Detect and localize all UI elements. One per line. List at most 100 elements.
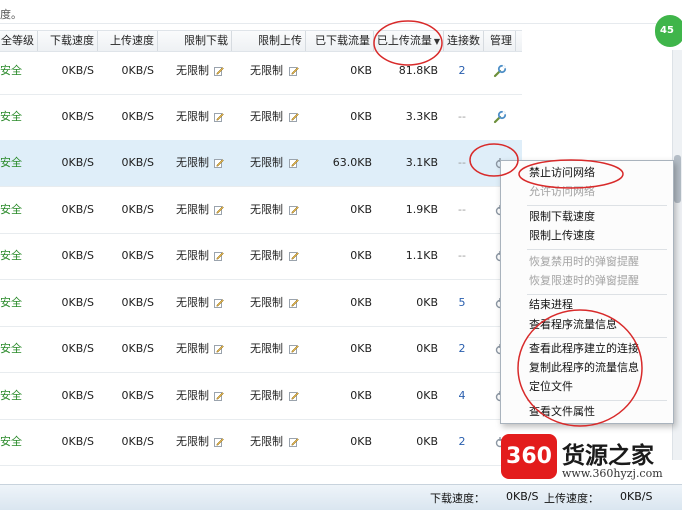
edit-icon[interactable] xyxy=(289,373,299,419)
downloaded-traffic: 0KB xyxy=(350,296,372,309)
upload-speed: 0KB/S xyxy=(121,156,154,169)
limit-download-value: 无限制 xyxy=(176,296,209,309)
table-row[interactable]: 安全 0KB/S 0KB/S 无限制 无限制 0KB 1.1KB -- xyxy=(0,233,522,280)
table-row[interactable]: 安全 0KB/S 0KB/S 无限制 无限制 0KB 0KB 5 xyxy=(0,280,522,327)
downloaded-traffic: 0KB xyxy=(350,64,372,77)
limit-upload-value: 无限制 xyxy=(250,389,283,402)
connection-count: -- xyxy=(458,110,466,123)
edit-icon[interactable] xyxy=(214,187,224,233)
limit-upload-value: 无限制 xyxy=(250,249,283,262)
table-row[interactable]: 安全 0KB/S 0KB/S 无限制 无限制 0KB 1.9KB -- xyxy=(0,187,522,234)
table-row[interactable]: 安全 0KB/S 0KB/S 无限制 无限制 63.0KB 3.1KB -- xyxy=(0,140,522,187)
menu-item-limit-download[interactable]: 限制下载速度 xyxy=(529,208,595,226)
menu-item-locate-file[interactable]: 定位文件 xyxy=(529,378,573,396)
upload-speed: 0KB/S xyxy=(121,389,154,402)
limit-download-value: 无限制 xyxy=(176,156,209,169)
table-row[interactable]: 安全 0KB/S 0KB/S 无限制 无限制 0KB 3.3KB -- xyxy=(0,94,522,141)
edit-icon[interactable] xyxy=(289,94,299,140)
uploaded-traffic: 1.1KB xyxy=(405,249,438,262)
download-speed: 0KB/S xyxy=(61,342,94,355)
edit-icon[interactable] xyxy=(289,233,299,279)
limit-upload-value: 无限制 xyxy=(250,203,283,216)
menu-item-limit-upload[interactable]: 限制上传速度 xyxy=(529,227,595,245)
limit-download-value: 无限制 xyxy=(176,435,209,448)
edit-icon[interactable] xyxy=(289,187,299,233)
edit-icon[interactable] xyxy=(289,48,299,94)
download-speed: 0KB/S xyxy=(61,296,94,309)
download-speed: 0KB/S xyxy=(61,110,94,123)
security-level: 安全 xyxy=(0,296,22,309)
upload-speed: 0KB/S xyxy=(121,342,154,355)
menu-item-restore-block-popup[interactable]: 恢复禁用时的弹窗提醒 xyxy=(529,253,639,271)
divider xyxy=(0,23,682,24)
wrench-icon[interactable] xyxy=(490,48,510,94)
watermark-title: 货源之家 xyxy=(562,442,654,469)
connection-count[interactable]: 2 xyxy=(452,48,472,94)
status-bar: 下载速度： 0KB/S 上传速度： 0KB/S xyxy=(0,484,682,510)
menu-item-view-connections[interactable]: 查看此程序建立的连接 xyxy=(529,340,639,358)
upload-speed: 0KB/S xyxy=(121,435,154,448)
edit-icon[interactable] xyxy=(214,233,224,279)
connection-count: -- xyxy=(458,156,466,169)
downloaded-traffic: 0KB xyxy=(350,203,372,216)
status-upload-value: 0KB/S xyxy=(620,490,653,503)
uploaded-traffic: 0KB xyxy=(416,342,438,355)
limit-download-value: 无限制 xyxy=(176,110,209,123)
connection-count[interactable]: 2 xyxy=(452,326,472,372)
download-speed: 0KB/S xyxy=(61,249,94,262)
limit-upload-value: 无限制 xyxy=(250,435,283,448)
table-row[interactable]: 安全 0KB/S 0KB/S 无限制 无限制 0KB 0KB 4 xyxy=(0,373,522,420)
menu-item-block-network[interactable]: 禁止访问网络 xyxy=(529,164,595,182)
menu-item-allow-network[interactable]: 允许访问网络 xyxy=(529,183,595,201)
upload-speed: 0KB/S xyxy=(121,64,154,77)
edit-icon[interactable] xyxy=(289,280,299,326)
menu-separator xyxy=(527,249,667,250)
edit-icon[interactable] xyxy=(289,326,299,372)
uploaded-traffic: 0KB xyxy=(416,435,438,448)
upload-speed: 0KB/S xyxy=(121,203,154,216)
menu-separator xyxy=(527,337,667,338)
badge-45[interactable]: 45 xyxy=(655,15,682,47)
security-level: 安全 xyxy=(0,64,22,77)
edit-icon[interactable] xyxy=(214,140,224,186)
table-row[interactable]: 安全 0KB/S 0KB/S 无限制 无限制 0KB 0KB 2 xyxy=(0,419,522,466)
menu-item-file-properties[interactable]: 查看文件属性 xyxy=(529,403,595,421)
security-level: 安全 xyxy=(0,203,22,216)
watermark-url: www.360hyzj.com xyxy=(562,467,663,480)
download-speed: 0KB/S xyxy=(61,435,94,448)
table-row[interactable]: 安全 0KB/S 0KB/S 无限制 无限制 0KB 81.8KB 2 xyxy=(0,48,522,95)
connection-count: -- xyxy=(458,203,466,216)
edit-icon[interactable] xyxy=(214,373,224,419)
wrench-icon[interactable] xyxy=(490,94,510,140)
col-uploaded-label: 已上传流量 xyxy=(376,34,432,47)
downloaded-traffic: 0KB xyxy=(350,249,372,262)
connection-count[interactable]: 5 xyxy=(452,280,472,326)
table-row[interactable]: 安全 0KB/S 0KB/S 无限制 无限制 0KB 0KB 2 xyxy=(0,326,522,373)
edit-icon[interactable] xyxy=(214,48,224,94)
security-level: 安全 xyxy=(0,389,22,402)
edit-icon[interactable] xyxy=(214,419,224,465)
menu-item-end-process[interactable]: 结束进程 xyxy=(529,296,573,314)
menu-item-restore-limit-popup[interactable]: 恢复限速时的弹窗提醒 xyxy=(529,272,639,290)
edit-icon[interactable] xyxy=(214,280,224,326)
uploaded-traffic: 0KB xyxy=(416,296,438,309)
download-speed: 0KB/S xyxy=(61,389,94,402)
uploaded-traffic: 1.9KB xyxy=(405,203,438,216)
downloaded-traffic: 0KB xyxy=(350,435,372,448)
upload-speed: 0KB/S xyxy=(121,110,154,123)
connection-count[interactable]: 2 xyxy=(452,419,472,465)
security-level: 安全 xyxy=(0,342,22,355)
connection-count[interactable]: 4 xyxy=(452,373,472,419)
top-text: 度。 xyxy=(0,8,22,21)
uploaded-traffic: 3.1KB xyxy=(405,156,438,169)
menu-item-copy-traffic[interactable]: 复制此程序的流量信息 xyxy=(529,359,639,377)
scrollbar-thumb[interactable] xyxy=(674,155,681,203)
menu-item-view-traffic[interactable]: 查看程序流量信息 xyxy=(529,316,617,334)
watermark-logo: 360 xyxy=(501,434,557,479)
edit-icon[interactable] xyxy=(289,419,299,465)
limit-upload-value: 无限制 xyxy=(250,342,283,355)
edit-icon[interactable] xyxy=(214,326,224,372)
edit-icon[interactable] xyxy=(214,94,224,140)
edit-icon[interactable] xyxy=(289,140,299,186)
status-upload-label: 上传速度： xyxy=(544,492,599,505)
